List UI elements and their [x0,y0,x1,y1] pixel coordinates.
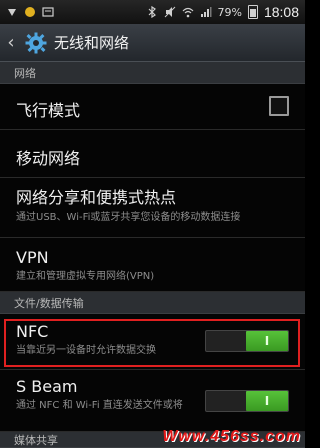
usb-debug-icon [8,9,16,16]
mobile-network-label: 移动网络 [16,149,81,168]
settings-screen: 79% 18:08 ‹ 无线和网络 网络 飞行模式 移动网络 网络分享和便携式热… [0,0,305,448]
status-right: 79% 18:08 [146,4,299,20]
vpn-row[interactable]: VPN 建立和管理虚拟专用网络(VPN) [0,238,305,292]
airplane-mode-checkbox[interactable] [269,96,289,116]
message-icon [42,7,54,17]
nfc-highlight-box [4,319,300,367]
watermark-text: Www.456ss.com [162,428,301,445]
status-left [6,6,54,18]
section-header-network: 网络 [0,62,305,84]
s-beam-subtitle: 通过 NFC 和 Wi-Fi 直连发送文件或将 [16,400,183,411]
vpn-text: VPN 建立和管理虚拟专用网络(VPN) [16,248,286,283]
airplane-mode-label: 飞行模式 [16,101,81,120]
action-bar: ‹ 无线和网络 [0,24,305,62]
s-beam-row[interactable]: S Beam 通过 NFC 和 Wi-Fi 直连发送文件或将 I [0,370,305,432]
gear-icon[interactable] [23,30,49,56]
s-beam-label: S Beam [16,377,78,396]
status-bar: 79% 18:08 [0,0,305,24]
mobile-network-row[interactable]: 移动网络 [0,130,305,178]
s-beam-toggle-knob: I [246,391,288,411]
signal-icon [200,7,211,17]
airplane-mode-row[interactable]: 飞行模式 [0,84,305,130]
wifi-icon [182,7,193,18]
tethering-text: 网络分享和便携式热点 通过USB、Wi-Fi或蓝牙共享您设备的移动数据连接 [16,184,286,224]
clock: 18:08 [263,4,299,20]
tethering-subtitle: 通过USB、Wi-Fi或蓝牙共享您设备的移动数据连接 [16,212,241,223]
tethering-hotspot-row[interactable]: 网络分享和便携式热点 通过USB、Wi-Fi或蓝牙共享您设备的移动数据连接 [0,178,305,238]
battery-percent: 79% [217,5,242,19]
s-beam-toggle[interactable]: I [205,390,289,412]
tethering-label: 网络分享和便携式热点 [16,188,177,207]
notification-circle-icon [25,7,35,17]
page-title: 无线和网络 [54,34,130,52]
battery-icon [247,5,258,19]
chevron-left-icon[interactable]: ‹ [4,32,18,53]
section-header-file-transfer: 文件/数据传输 [0,292,305,314]
vpn-label: VPN [16,248,49,267]
s-beam-text: S Beam 通过 NFC 和 Wi-Fi 直连发送文件或将 [16,377,196,412]
vpn-subtitle: 建立和管理虚拟专用网络(VPN) [16,271,155,282]
mute-icon [164,6,175,18]
bluetooth-icon [148,6,156,18]
